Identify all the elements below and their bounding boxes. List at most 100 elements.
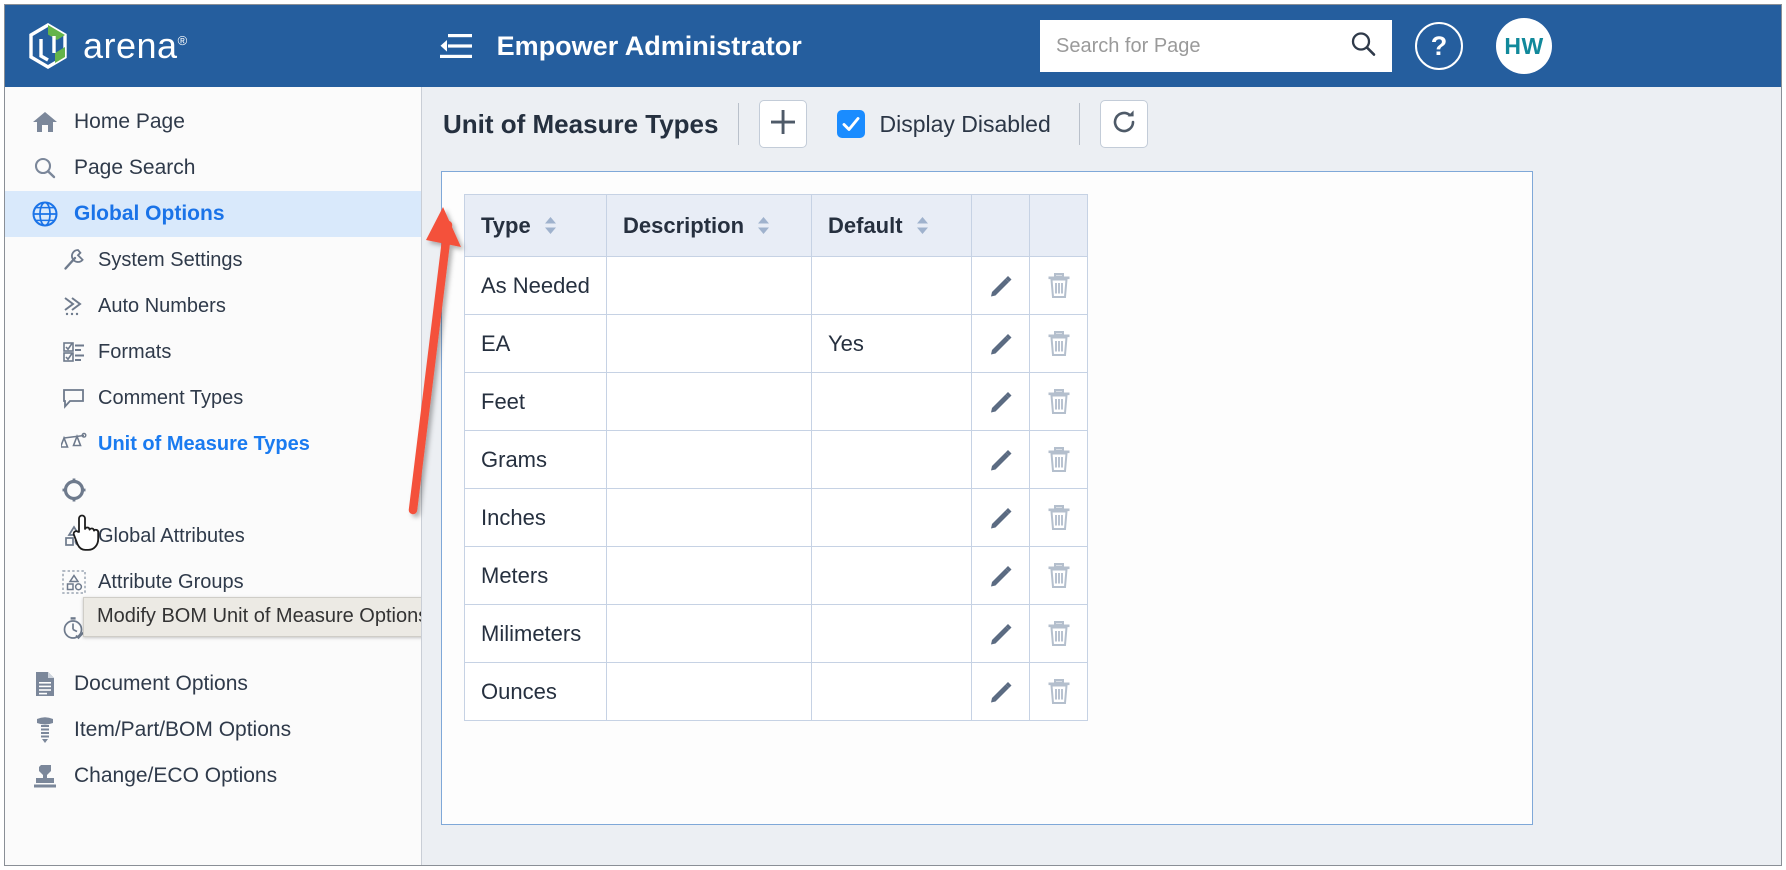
sidebar-item-page-search[interactable]: Page Search [5, 145, 421, 191]
stamp-icon [30, 763, 60, 789]
sidebar-item-global-options[interactable]: Global Options [5, 191, 421, 237]
add-unit-button[interactable] [759, 100, 808, 148]
sidebar-item-system-settings[interactable]: System Settings [5, 237, 421, 283]
delete-row-button[interactable] [1029, 662, 1088, 721]
sidebar-item-unit-of-measure-types[interactable]: Unit of Measure Types [5, 421, 421, 467]
sidebar-item-document-options[interactable]: Document Options [5, 661, 421, 707]
cell-type: Milimeters [464, 604, 607, 663]
sidebar-item-change-eco-options[interactable]: Change/ECO Options [5, 753, 421, 799]
brand-logo[interactable]: arena® [27, 23, 188, 69]
delete-row-button[interactable] [1029, 604, 1088, 663]
auto-numbers-icon [61, 293, 87, 319]
cell-description [606, 430, 812, 489]
trash-delete-icon [1030, 446, 1087, 473]
edit-row-button[interactable] [971, 430, 1030, 489]
globe-icon [30, 201, 60, 227]
sidebar-navigation: Home Page Page Search Global Options Sys… [5, 87, 422, 865]
edit-row-button[interactable] [971, 662, 1030, 721]
display-disabled-label: Display Disabled [879, 110, 1051, 137]
sidebar-item-label: Global Options [74, 202, 225, 225]
sidebar-item-label: Page Search [74, 156, 196, 179]
sidebar-item-label: Formats [98, 340, 172, 363]
display-disabled-toggle[interactable]: Display Disabled [837, 110, 1051, 138]
table-row: Grams [464, 430, 1088, 489]
cell-type: Feet [464, 372, 607, 431]
display-disabled-checkbox[interactable] [837, 110, 866, 138]
cell-default [811, 372, 972, 431]
refresh-icon [1109, 107, 1139, 142]
sort-icon[interactable] [915, 216, 930, 235]
avatar[interactable]: HW [1496, 18, 1552, 74]
search-icon[interactable] [1348, 29, 1378, 64]
delete-row-button[interactable] [1029, 488, 1088, 547]
toolbar-divider-2 [1078, 103, 1080, 145]
table-row: EA Yes [464, 314, 1088, 373]
table-header-row: Type Description Default [464, 194, 1088, 257]
formats-checklist-icon [61, 339, 87, 365]
cell-type: As Needed [464, 256, 607, 315]
edit-row-button[interactable] [971, 546, 1030, 605]
top-navigation-bar: arena® Empower Administrator ? [5, 5, 1781, 87]
cell-description [606, 604, 812, 663]
sidebar-item-label: Comment Types [98, 386, 244, 409]
delete-row-button[interactable] [1029, 546, 1088, 605]
search-page-box[interactable] [1040, 20, 1392, 72]
sidebar-item-label: Home Page [74, 110, 185, 133]
pencil-edit-icon [972, 621, 1029, 647]
scales-balance-icon [61, 431, 87, 457]
edit-row-button[interactable] [971, 604, 1030, 663]
help-button[interactable]: ? [1415, 22, 1463, 70]
column-header-default[interactable]: Default [811, 194, 972, 257]
column-header-label: Type [481, 212, 531, 238]
gear-icon [61, 477, 87, 503]
delete-row-button[interactable] [1029, 372, 1088, 431]
cell-type: Inches [464, 488, 607, 547]
registered-mark: ® [177, 33, 188, 48]
help-label: ? [1430, 30, 1448, 61]
sort-icon[interactable] [756, 216, 771, 235]
collapse-menu-icon[interactable] [438, 31, 474, 61]
column-header-type[interactable]: Type [464, 194, 607, 257]
sidebar-item-label: Change/ECO Options [74, 764, 278, 787]
page-title: Unit of Measure Types [443, 108, 719, 139]
edit-row-button[interactable] [971, 314, 1030, 373]
unit-of-measure-table: Type Description Default As Needed EA Ye… [464, 194, 1088, 721]
refresh-button[interactable] [1099, 100, 1148, 148]
sidebar-item-label: Document Options [74, 672, 248, 695]
sidebar-item-auto-numbers[interactable]: Auto Numbers [5, 283, 421, 329]
delete-row-button[interactable] [1029, 430, 1088, 489]
avatar-initials: HW [1504, 32, 1544, 59]
sidebar-item-formats[interactable]: Formats [5, 329, 421, 375]
app-title: Empower Administrator [496, 30, 802, 61]
arena-cube-logo-icon [27, 23, 69, 69]
delete-row-button[interactable] [1029, 314, 1088, 373]
column-header-description[interactable]: Description [606, 194, 812, 257]
edit-row-button[interactable] [971, 488, 1030, 547]
trash-delete-icon [1030, 272, 1087, 299]
edit-row-button[interactable] [971, 256, 1030, 315]
sidebar-item-obscured-by-tooltip[interactable] [5, 467, 421, 513]
trash-delete-icon [1030, 388, 1087, 415]
search-input[interactable] [1054, 33, 1348, 59]
column-header-label: Default [828, 212, 903, 238]
edit-row-button[interactable] [971, 372, 1030, 431]
table-row: Milimeters [464, 604, 1088, 663]
main-content: Unit of Measure Types Display Disabled T… [408, 87, 1781, 865]
pencil-edit-icon [972, 505, 1029, 531]
sidebar-item-home-page[interactable]: Home Page [5, 99, 421, 145]
sidebar-item-item-part-bom-options[interactable]: Item/Part/BOM Options [5, 707, 421, 753]
sidebar-item-global-attributes[interactable]: Global Attributes [5, 513, 421, 559]
cell-description [606, 314, 812, 373]
app-window: arena® Empower Administrator ? [4, 4, 1782, 866]
table-row: Feet [464, 372, 1088, 431]
delete-row-button[interactable] [1029, 256, 1088, 315]
cell-type: Ounces [464, 662, 607, 721]
sidebar-item-label: Item/Part/BOM Options [74, 718, 292, 741]
sidebar-item-comment-types[interactable]: Comment Types [5, 375, 421, 421]
home-icon [30, 109, 60, 135]
wrench-icon [61, 247, 87, 273]
trash-delete-icon [1030, 330, 1087, 357]
sort-icon[interactable] [543, 216, 558, 235]
table-row: As Needed [464, 256, 1088, 315]
content-panel: Type Description Default As Needed EA Ye… [441, 171, 1533, 825]
